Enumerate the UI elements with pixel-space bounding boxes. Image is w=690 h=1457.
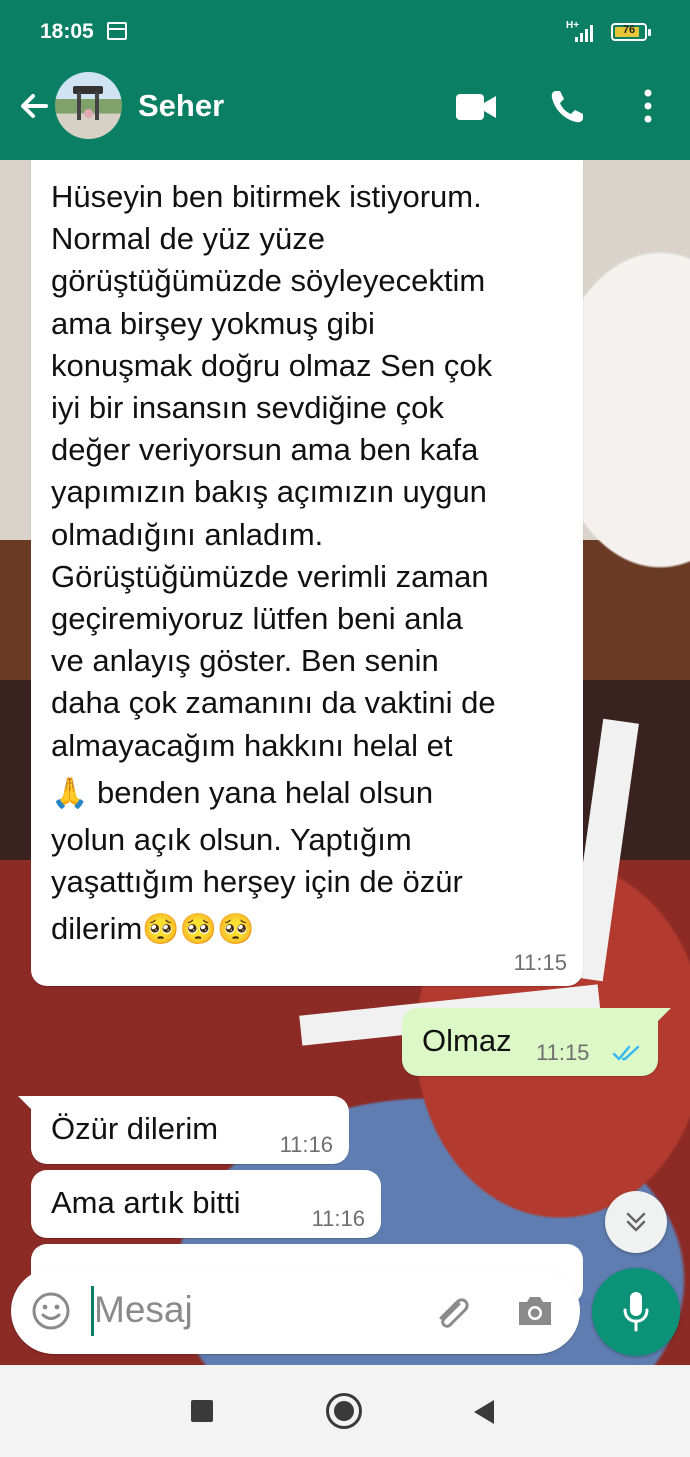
scroll-to-bottom-button[interactable] [605, 1191, 667, 1253]
message-bubble-outgoing[interactable]: Olmaz 11:15 [402, 1008, 671, 1076]
message-time: 11:15 [536, 1040, 590, 1065]
battery-icon: 76 [611, 23, 651, 41]
message-line: Görüştüğümüzde verimli zaman [51, 558, 489, 594]
message-bubble-incoming[interactable]: Hüseyin ben bitirmek istiyorum. Normal d… [31, 160, 583, 986]
read-ticks-icon [612, 1045, 640, 1061]
calendar-icon [107, 22, 127, 40]
message-line: yapımızın bakış açımızın uygun [51, 474, 487, 510]
mic-button[interactable] [592, 1268, 680, 1356]
pleading-emoji: 🥺🥺🥺 [142, 912, 255, 948]
message-line: görüştüğümüzde söyleyecektim [51, 263, 486, 299]
video-call-icon[interactable] [456, 94, 496, 120]
mic-icon [623, 1292, 649, 1332]
home-button[interactable] [326, 1393, 362, 1429]
message-text: Ama artık bitti [51, 1185, 241, 1220]
chevron-down-icon [626, 1212, 646, 1232]
message-time: 11:15 [513, 950, 567, 975]
message-line: konuşmak doğru olmaz Sen çok [51, 347, 493, 383]
message-time: 11:16 [311, 1206, 365, 1231]
message-line: yolun açık olsun. Yaptığım [51, 821, 412, 857]
prayer-emoji: 🙏 [51, 775, 89, 811]
message-line: Normal de yüz yüze [51, 221, 325, 257]
message-line: dilerim🥺🥺🥺 [51, 903, 571, 955]
contact-name[interactable]: Seher [138, 88, 224, 124]
back-arrow-icon[interactable] [14, 86, 54, 126]
more-options-icon[interactable] [638, 86, 658, 126]
message-line: ve anlayış göster. Ben senin [51, 643, 439, 679]
message-text: Olmaz [422, 1023, 512, 1058]
message-line-text: dilerim [51, 911, 143, 947]
phone-icon[interactable] [548, 88, 586, 126]
app-header: 18:05 H+ 76 Seher [0, 0, 690, 160]
avatar[interactable] [55, 72, 122, 139]
message-line: olmadığını anladım. [51, 516, 324, 552]
message-line: yaşattığım herşey için de özür [51, 864, 463, 900]
message-line: değer veriyorsun ama ben kafa [51, 432, 479, 468]
message-bubble-incoming[interactable]: Ama artık bitti 11:16 [31, 1170, 381, 1238]
message-composer[interactable]: Mesaj [11, 1268, 580, 1354]
status-bar: 18:05 H+ 76 [0, 0, 690, 64]
message-text: Özür dilerim [51, 1111, 219, 1146]
message-line: ama birşey yokmuş gibi [51, 305, 375, 341]
message-line-text: benden yana helal olsun [96, 774, 434, 810]
back-button[interactable] [472, 1399, 496, 1425]
chat-header: Seher [0, 64, 690, 160]
status-time: 18:05 [40, 20, 94, 43]
signal-icon [575, 24, 597, 42]
message-text: Hüseyin ben bitirmek istiyorum. Normal d… [51, 176, 571, 955]
message-input[interactable]: Mesaj [94, 1289, 193, 1331]
message-line: Hüseyin ben bitirmek istiyorum. [51, 179, 482, 214]
message-line: iyi bir insansın sevdiğine çok [51, 390, 444, 426]
chat-area[interactable]: Hüseyin ben bitirmek istiyorum. Normal d… [0, 160, 690, 1365]
camera-icon[interactable] [515, 1292, 555, 1330]
message-time: 11:16 [279, 1132, 333, 1157]
message-line: geçiremiyoruz lütfen beni anla [51, 601, 463, 637]
battery-level: 76 [622, 24, 636, 36]
system-navigation-bar [0, 1365, 690, 1457]
message-line: 🙏 benden yana helal olsun [51, 767, 571, 819]
message-bubble-incoming[interactable]: Özür dilerim 11:16 [18, 1096, 349, 1164]
emoji-icon[interactable] [31, 1291, 71, 1331]
message-line: daha çok zamanını da vaktini de [51, 685, 496, 721]
message-line: almayacağım hakkını helal et [51, 727, 453, 763]
attach-icon[interactable] [429, 1290, 473, 1334]
recent-apps-button[interactable] [191, 1400, 213, 1422]
